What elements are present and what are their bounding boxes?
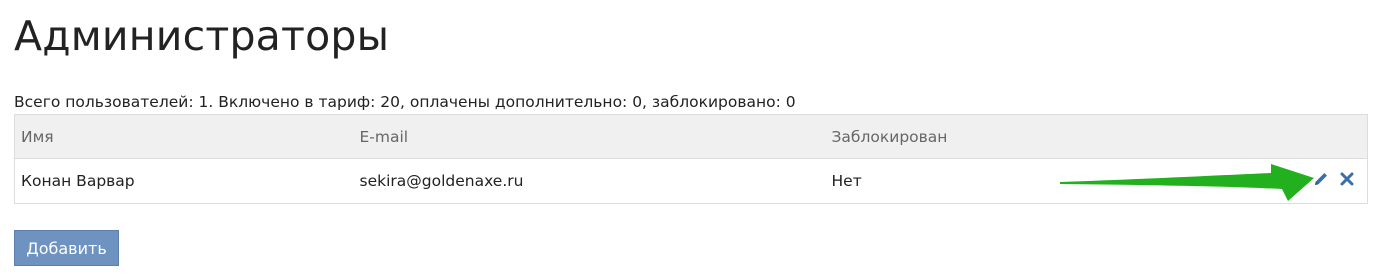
- cell-name: Конан Варвар: [21, 172, 135, 190]
- column-header-email: E-mail: [353, 114, 826, 159]
- column-header-actions: [1055, 114, 1368, 159]
- administrators-table: Имя E-mail Заблокирован Конан Варвар sek…: [14, 114, 1368, 204]
- add-button[interactable]: Добавить: [14, 230, 119, 266]
- cell-blocked: Нет: [831, 172, 862, 190]
- administrators-page: Администраторы Всего пользователей: 1. В…: [0, 0, 1378, 280]
- users-summary: Всего пользователей: 1. Включено в тариф…: [14, 93, 796, 111]
- pencil-icon[interactable]: [1312, 170, 1330, 192]
- table-header-row: Имя E-mail Заблокирован: [14, 114, 1368, 159]
- close-icon[interactable]: [1339, 171, 1355, 191]
- page-title: Администраторы: [14, 12, 390, 60]
- cell-actions: [1056, 159, 1368, 204]
- column-header-name: Имя: [14, 114, 354, 159]
- cell-email: sekira@goldenaxe.ru: [359, 172, 524, 190]
- table-row: Конан Варвар sekira@goldenaxe.ru Нет: [14, 158, 1368, 204]
- column-header-blocked: Заблокирован: [825, 114, 1056, 159]
